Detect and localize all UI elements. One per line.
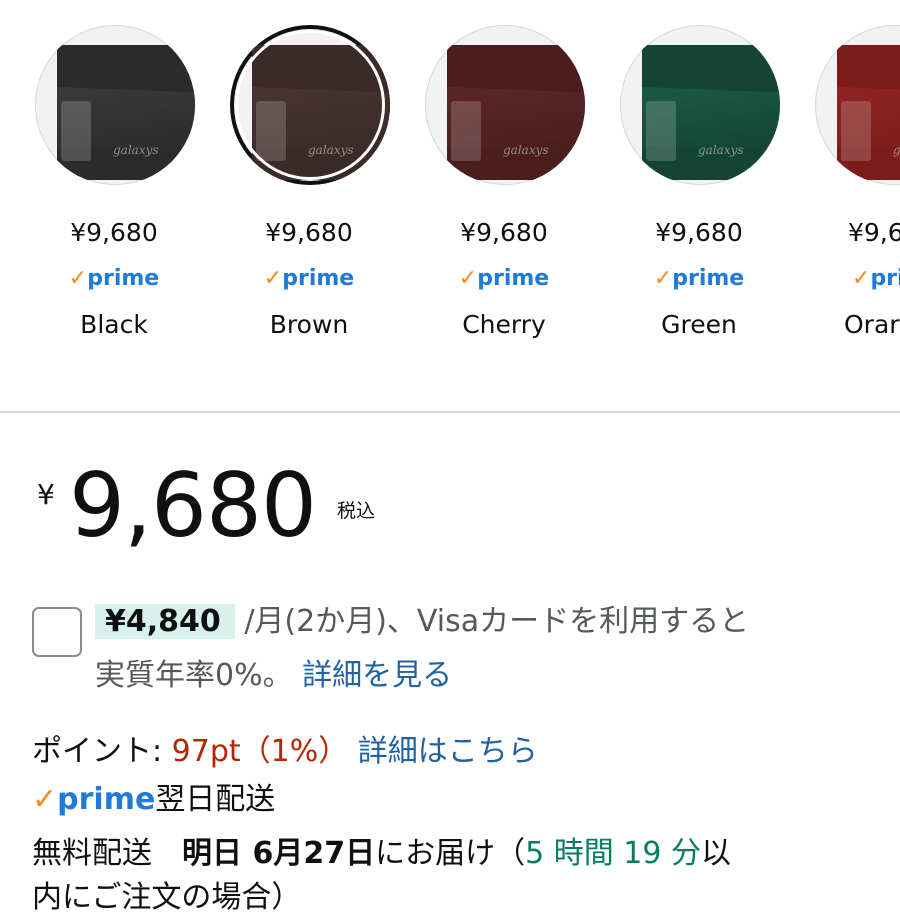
prime-check-icon: ✓ xyxy=(68,266,88,291)
prime-check-icon: ✓ xyxy=(852,266,871,291)
prime-badge: ✓prime xyxy=(458,266,550,291)
order-countdown: 5 時間 19 分 xyxy=(525,836,701,871)
variant-thumbnail: galaxys xyxy=(815,25,900,185)
delivery-suffix: 以 xyxy=(700,836,731,871)
variant-color-name: Green xyxy=(661,310,737,339)
installment-details-link[interactable]: 詳細を見る xyxy=(302,658,452,693)
currency-symbol: ¥ xyxy=(37,478,55,511)
tax-included-label: 税込 xyxy=(337,500,376,522)
prime-check-icon: ✓ xyxy=(263,266,283,291)
price-amount: 9,680 xyxy=(69,454,317,557)
section-divider xyxy=(0,411,900,413)
prime-check-icon: ✓ xyxy=(458,266,478,291)
installment-rate-text: 実質年率0%。 xyxy=(95,658,293,693)
variant-swatch-orange[interactable]: galaxys ¥9,6 ✓pri Orar xyxy=(780,0,900,360)
brand-mark: galaxys xyxy=(893,143,900,157)
variant-color-name: Brown xyxy=(269,310,349,339)
delivery-date: 明日 6月27日 xyxy=(182,836,376,871)
prime-logo: prime xyxy=(57,782,156,817)
prime-badge: ✓pri xyxy=(852,266,900,291)
variant-thumbnail: galaxys xyxy=(620,25,780,185)
next-day-delivery-text: 翌日配送 xyxy=(155,782,276,817)
variant-price: ¥9,680 xyxy=(460,218,548,247)
brand-mark: galaxys xyxy=(308,143,354,157)
color-variant-selector: galaxys ¥9,680 ✓prime Black galaxys ¥9,6… xyxy=(0,0,900,412)
prime-check-icon: ✓ xyxy=(32,782,58,817)
variant-thumbnail: galaxys xyxy=(425,25,585,185)
variant-swatch-cherry[interactable]: galaxys ¥9,680 ✓prime Cherry xyxy=(390,0,585,360)
brand-mark: galaxys xyxy=(113,143,159,157)
delivery-text: にお届け（ xyxy=(375,836,526,871)
installment-text: /月(2か月)、Visaカードを利用すると xyxy=(234,604,750,639)
points-value: 97pt（1%） xyxy=(171,734,349,769)
variant-swatch-brown[interactable]: galaxys ¥9,680 ✓prime Brown xyxy=(195,0,390,360)
variant-thumbnail: galaxys xyxy=(35,25,195,185)
variant-color-name: Black xyxy=(80,310,148,339)
installment-offer-line2: 実質年率0%。 詳細を見る xyxy=(95,650,452,694)
brand-mark: galaxys xyxy=(503,143,549,157)
points-label: ポイント: xyxy=(32,734,163,769)
variant-thumbnail: galaxys xyxy=(230,25,390,185)
installment-offer: ¥4,840 /月(2か月)、Visaカードを利用すると xyxy=(95,596,749,640)
prime-badge: ✓prime xyxy=(68,266,160,291)
free-delivery-label: 無料配送 xyxy=(32,836,182,871)
variant-price: ¥9,6 xyxy=(848,218,900,247)
variant-price: ¥9,680 xyxy=(70,218,158,247)
points-row: ポイント: 97pt（1%） 詳細はこちら xyxy=(32,726,538,770)
delivery-info: 無料配送 明日 6月27日にお届け（5 時間 19 分以 xyxy=(32,828,731,872)
variant-price: ¥9,680 xyxy=(265,218,353,247)
variant-color-name: Orar xyxy=(844,310,900,339)
prime-badge: ✓prime xyxy=(263,266,355,291)
installment-checkbox[interactable] xyxy=(32,607,82,657)
installment-amount: ¥4,840 xyxy=(95,604,235,639)
prime-check-icon: ✓ xyxy=(653,266,673,291)
brand-mark: galaxys xyxy=(698,143,744,157)
variant-color-name: Cherry xyxy=(462,310,546,339)
variant-swatch-black[interactable]: galaxys ¥9,680 ✓prime Black xyxy=(0,0,195,360)
delivery-info-line2: 内にご注文の場合） xyxy=(32,880,302,915)
points-details-link[interactable]: 詳細はこちら xyxy=(358,734,538,769)
prime-delivery-row: ✓prime翌日配送 xyxy=(32,774,275,818)
prime-badge: ✓prime xyxy=(653,266,745,291)
variant-swatch-green[interactable]: galaxys ¥9,680 ✓prime Green xyxy=(585,0,780,360)
variant-price: ¥9,680 xyxy=(655,218,743,247)
